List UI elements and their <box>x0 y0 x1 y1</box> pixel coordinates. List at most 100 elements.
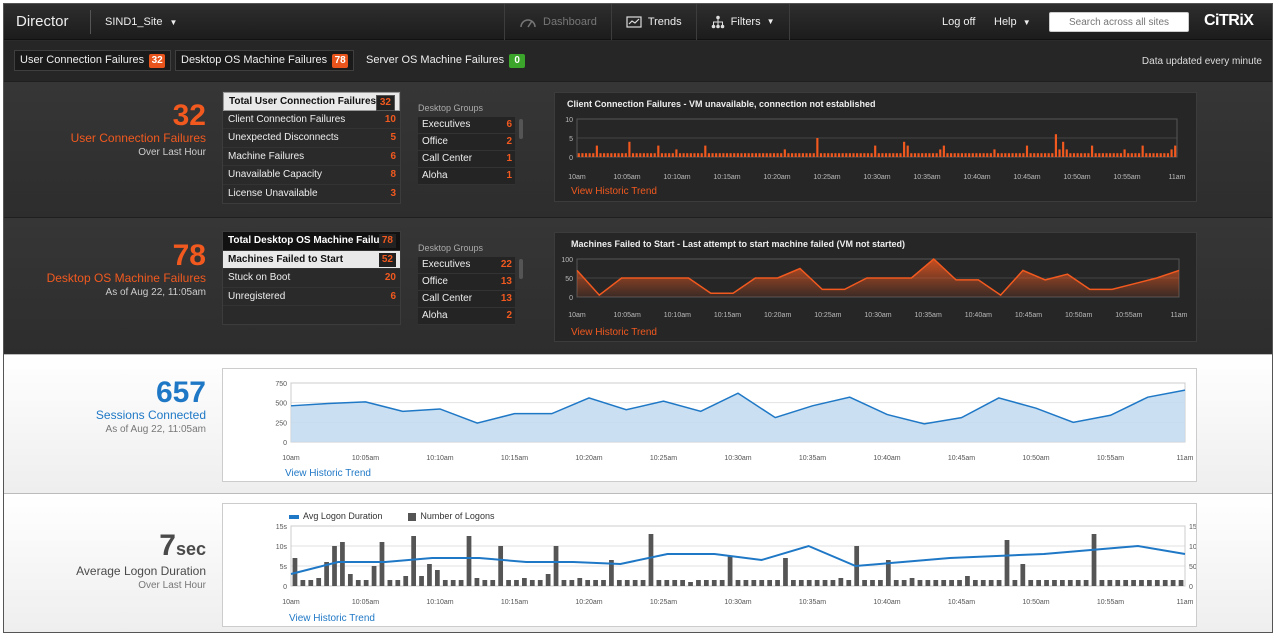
scrollbar[interactable] <box>519 119 523 139</box>
y2-tick-label: 150 <box>1189 524 1196 531</box>
bar <box>1170 149 1173 157</box>
bar <box>675 149 678 157</box>
citrix-logo: CiTRiX <box>1204 12 1254 29</box>
x-tick-label: 11am <box>1177 455 1194 462</box>
tab-server-os-machine-failures[interactable]: Server OS Machine Failures 0 <box>361 50 530 71</box>
bar <box>1052 580 1057 586</box>
list-item[interactable]: Aloha 2 <box>418 308 515 325</box>
list-item[interactable]: Unavailable Capacity 8 <box>223 166 400 185</box>
bar <box>727 556 733 586</box>
bar <box>957 153 960 157</box>
ucf-summary[interactable]: 32 User Connection Failures Over Last Ho… <box>71 101 206 160</box>
list-item[interactable]: License Unavailable 3 <box>223 185 400 204</box>
tab-user-connection-failures[interactable]: User Connection Failures 32 <box>14 50 172 71</box>
list-item[interactable]: Stuck on Boot 20 <box>223 269 400 288</box>
list-item[interactable]: Machines Failed to Start 52 <box>223 250 400 269</box>
x-tick-label: 10:20am <box>764 312 791 319</box>
bar <box>1036 580 1042 586</box>
bar <box>450 580 456 586</box>
bar <box>780 153 783 157</box>
nav-dashboard[interactable]: Dashboard <box>505 4 611 40</box>
bar <box>688 582 693 586</box>
desktop-groups-title: Desktop Groups <box>418 243 484 253</box>
nav-trends[interactable]: Trends <box>610 4 696 40</box>
site-selector[interactable]: SIND1_Site ▼ <box>90 10 177 34</box>
bar <box>1156 153 1159 157</box>
list-item[interactable]: Office 2 <box>418 134 515 151</box>
list-item[interactable]: Client Connection Failures 10 <box>223 111 400 129</box>
dos-summary[interactable]: 78 Desktop OS Machine Failures As of Aug… <box>47 241 206 300</box>
bar <box>653 153 656 157</box>
bar <box>762 153 765 157</box>
help-menu[interactable]: Help ▼ <box>994 4 1031 40</box>
list-item[interactable]: Executives 6 <box>418 117 515 134</box>
tab-desktop-os-machine-failures[interactable]: Desktop OS Machine Failures 78 <box>175 50 355 71</box>
tab-count-badge: 0 <box>509 53 526 68</box>
bar <box>859 153 862 157</box>
bar <box>881 153 884 157</box>
y-tick-label: 250 <box>275 420 287 427</box>
list-item[interactable]: Executives 22 <box>418 257 515 274</box>
list-item[interactable]: Total Desktop OS Machine Failures 78 <box>223 232 400 251</box>
tab-label: User Connection Failures <box>20 54 145 66</box>
list-item[interactable]: Aloha 1 <box>418 168 515 185</box>
sessions-summary[interactable]: 657 Sessions Connected As of Aug 22, 11:… <box>96 378 206 437</box>
list-item[interactable]: Unregistered 6 <box>223 288 400 306</box>
bar <box>798 153 801 157</box>
bar <box>624 580 630 586</box>
view-historic-trend-link[interactable]: View Historic Trend <box>289 613 375 624</box>
x-tick-label: 10:35am <box>915 312 942 319</box>
logon-summary[interactable]: 7sec Average Logon Duration Over Last Ho… <box>76 531 206 593</box>
bar <box>1033 153 1036 157</box>
bar <box>434 570 440 586</box>
view-historic-trend-link[interactable]: View Historic Trend <box>571 327 657 338</box>
bar <box>308 580 314 586</box>
search-input[interactable] <box>1049 12 1189 32</box>
bar <box>776 153 779 157</box>
area-chart: 750 500 250 0 10am 10:05am 10:10am 10:15am 10:20… <box>275 381 1194 462</box>
nav-filters[interactable]: Filters ▼ <box>695 4 790 40</box>
x-tick-label: 10:15am <box>713 174 740 181</box>
view-historic-trend-link[interactable]: View Historic Trend <box>285 468 371 479</box>
bar <box>740 153 743 157</box>
bar <box>759 580 765 586</box>
x-tick-label: 10:10am <box>426 599 453 606</box>
bar <box>458 580 464 586</box>
list-item[interactable]: Office 13 <box>418 274 515 291</box>
x-tick-label: 10:35am <box>913 174 940 181</box>
bar <box>783 558 788 586</box>
bar <box>765 153 768 157</box>
x-tick-label: 10:50am <box>1065 312 1092 319</box>
bar <box>711 153 714 157</box>
x-tick-label: 10:05am <box>613 174 640 181</box>
bar <box>631 153 635 157</box>
dos-desktop-groups: Desktop Groups Executives 22 Office 13 Cal… <box>418 243 523 325</box>
bar <box>924 153 927 157</box>
bar <box>664 153 667 157</box>
bar <box>735 580 741 586</box>
bar <box>1062 141 1065 157</box>
x-tick-label: 10:15am <box>501 455 528 462</box>
x-tick-label: 10:30am <box>863 174 890 181</box>
list-item[interactable]: Call Center 1 <box>418 151 515 168</box>
list-item[interactable]: Call Center 13 <box>418 291 515 308</box>
x-tick-label: 10am <box>568 174 586 181</box>
view-historic-trend-link[interactable]: View Historic Trend <box>571 186 657 197</box>
bar <box>827 153 830 157</box>
dos-chart: Machines Failed to Start - Last attempt … <box>554 232 1197 342</box>
scrollbar[interactable] <box>519 259 523 279</box>
sessions-subtitle: As of Aug 22, 11:05am <box>105 424 206 435</box>
list-item[interactable]: Machine Failures 6 <box>223 148 400 166</box>
bar <box>846 580 852 586</box>
x-tick-label: 10:40am <box>873 455 900 462</box>
bar <box>585 580 591 586</box>
bar <box>599 153 602 157</box>
list-item[interactable]: Total User Connection Failures 32 <box>223 92 400 111</box>
bar <box>1087 153 1090 157</box>
list-item[interactable]: Unexpected Disconnects 5 <box>223 129 400 148</box>
bar <box>964 153 967 157</box>
bar <box>474 578 480 586</box>
logoff-link[interactable]: Log off <box>942 4 975 40</box>
y-tick-label: 750 <box>275 381 287 388</box>
bar <box>725 153 729 157</box>
